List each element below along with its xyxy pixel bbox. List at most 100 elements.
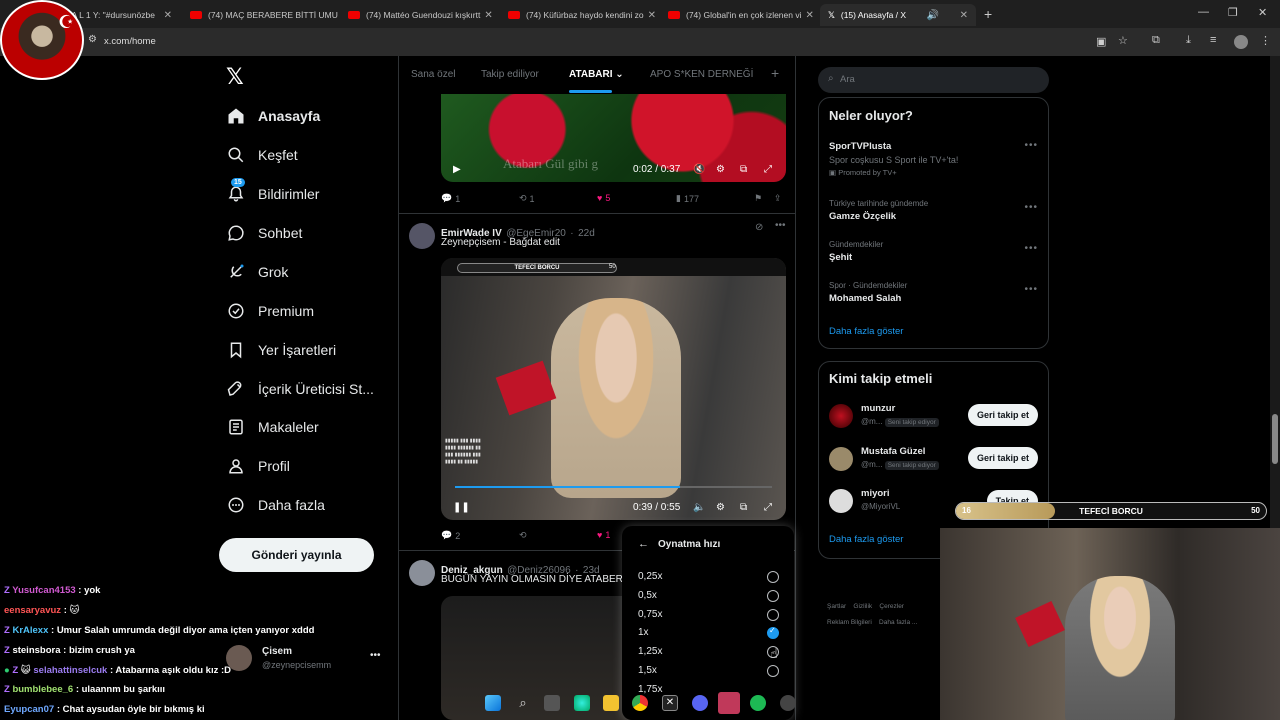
volume-icon[interactable]: 🔈 xyxy=(693,502,705,513)
reply-action[interactable]: 💬 2 xyxy=(441,530,460,541)
close-icon[interactable]: ✕ xyxy=(160,10,172,21)
add-tab-icon[interactable]: + xyxy=(771,65,779,81)
fullscreen-icon[interactable]: ⤢ xyxy=(764,502,772,513)
close-icon[interactable]: ✕ xyxy=(644,10,656,21)
author-avatar[interactable] xyxy=(409,560,435,586)
task-view-icon[interactable] xyxy=(544,695,560,711)
chrome-icon[interactable] xyxy=(632,695,648,711)
browser-tab[interactable]: (74) Küfürbaz haydo kendini zo ✕ xyxy=(500,4,658,26)
trend-item[interactable]: Gündemdekiler Şehit xyxy=(829,240,883,263)
url-text[interactable]: x.com/home xyxy=(104,36,156,47)
show-more-link[interactable]: Daha fazla göster xyxy=(829,534,903,545)
like-action[interactable]: ♥ 5 xyxy=(597,193,610,203)
more-icon[interactable]: ••• xyxy=(775,220,786,231)
footer-link[interactable]: Daha fazla ... xyxy=(879,619,917,626)
share-icon[interactable]: ⇪ xyxy=(774,193,782,204)
speed-radio-selected[interactable]: ✓ xyxy=(767,626,779,639)
app-icon[interactable] xyxy=(718,692,740,714)
video-progress-track[interactable] xyxy=(455,486,772,488)
settings-icon[interactable]: ⚙ xyxy=(716,164,725,175)
close-icon[interactable]: ✕ xyxy=(802,10,814,21)
nav-notifications[interactable]: 15 Bildirimler xyxy=(226,178,319,209)
speed-option[interactable]: 0,5x xyxy=(638,590,657,601)
speed-option[interactable]: 0,25x xyxy=(638,571,662,582)
profile-avatar[interactable] xyxy=(1234,35,1248,49)
nav-explore[interactable]: Keşfet xyxy=(226,140,298,170)
x-logo-icon[interactable]: 𝕏 xyxy=(226,64,244,90)
search-box[interactable]: ⌕ Ara xyxy=(818,67,1049,93)
browser-tab[interactable]: (74) MAÇ BERABERE BİTTİ UMU✕ xyxy=(182,4,338,26)
fullscreen-icon[interactable]: ⤢ xyxy=(764,164,772,175)
file-explorer-icon[interactable] xyxy=(603,695,619,711)
edge-icon[interactable] xyxy=(574,695,590,711)
windows-start-icon[interactable] xyxy=(485,695,501,711)
bookmark-icon[interactable]: ⚑ xyxy=(754,193,762,204)
nav-chat[interactable]: Sohbet xyxy=(226,218,302,248)
trend-item[interactable]: Spor · Gündemdekiler Mohamed Salah xyxy=(829,281,907,304)
show-more-link[interactable]: Daha fazla göster xyxy=(829,326,903,337)
media-icon[interactable]: ≡ xyxy=(1210,34,1216,46)
obs-icon[interactable] xyxy=(780,695,796,711)
speed-radio[interactable] xyxy=(767,571,779,583)
nav-grok[interactable]: Grok xyxy=(226,257,288,287)
follow-back-button[interactable]: Geri takip et xyxy=(967,404,1038,426)
nav-profile[interactable]: Profil xyxy=(226,451,290,481)
footer-link[interactable]: Reklam Bilgileri xyxy=(827,619,872,626)
footer-link[interactable]: Şartlar xyxy=(827,603,846,610)
back-arrow-icon[interactable]: ← xyxy=(638,538,649,550)
more-icon[interactable]: ••• xyxy=(1024,284,1038,295)
trend-item[interactable]: Türkiye tarihinde gündemde Gamze Özçelik xyxy=(829,199,928,222)
spotify-icon[interactable] xyxy=(750,695,766,711)
footer-link[interactable]: Çerezler xyxy=(879,603,904,610)
footer-link[interactable]: Gizlilik xyxy=(853,603,872,610)
user-avatar[interactable] xyxy=(829,404,853,428)
pip-icon[interactable]: ⧉ xyxy=(740,164,747,175)
speed-option[interactable]: 1,75x xyxy=(638,684,662,695)
scrollbar-thumb[interactable] xyxy=(1272,414,1278,464)
close-window-icon[interactable]: ✕ xyxy=(1258,6,1267,19)
nav-bookmarks[interactable]: Yer İşaretleri xyxy=(226,335,336,365)
speed-radio[interactable] xyxy=(767,590,779,602)
tab-for-you[interactable]: Sana özel xyxy=(411,69,455,80)
speed-radio[interactable] xyxy=(767,609,779,621)
site-info-icon[interactable]: ⚙ xyxy=(88,34,97,45)
download-icon[interactable]: ⤓ xyxy=(1186,34,1191,47)
settings-icon[interactable]: ⚙ xyxy=(716,502,725,513)
more-icon[interactable]: ••• xyxy=(1024,243,1038,254)
discord-icon[interactable] xyxy=(692,695,708,711)
x-app-icon[interactable]: ✕ xyxy=(662,695,678,711)
user-avatar[interactable] xyxy=(829,489,853,513)
more-icon[interactable]: ••• xyxy=(1024,202,1038,213)
star-icon[interactable]: ☆ xyxy=(1118,34,1128,47)
author-avatar[interactable] xyxy=(409,223,435,249)
menu-icon[interactable]: ⋮ xyxy=(1260,34,1271,47)
browser-tab[interactable]: (74) Mattéo Guendouzi kışkırtt ✕ xyxy=(340,4,498,26)
tweet-video-roses[interactable]: Atabarı Gül gibi g ▶ 0:02 / 0:37 🔇 ⚙ ⧉ ⤢ xyxy=(441,94,786,182)
like-action[interactable]: ♥ 1 xyxy=(597,530,610,540)
speed-option[interactable]: 1,5x xyxy=(638,665,657,676)
tweet-video-stream[interactable]: TEFECİ BORCU 50 ▮▮▮▮▮ ▮▮▮ ▮▮▮▮ ▮▮▮▮ ▮▮▮▮▮… xyxy=(441,258,786,520)
search-icon[interactable]: ⌕ xyxy=(515,695,531,711)
speed-option[interactable]: 1,25x xyxy=(638,646,662,657)
browser-tab-active[interactable]: 𝕏 (15) Anasayfa / X 🔊 ✕ xyxy=(820,4,976,26)
tweet-time[interactable]: 22d xyxy=(578,228,595,239)
repost-action[interactable]: ⟲ 1 xyxy=(519,193,535,204)
maximize-icon[interactable]: ❐ xyxy=(1228,6,1238,19)
grok-icon[interactable]: ⊘ xyxy=(755,222,763,233)
minimize-icon[interactable]: — xyxy=(1198,6,1209,18)
views-action[interactable]: ▮ 177 xyxy=(676,193,699,204)
repost-icon[interactable]: ⟲ xyxy=(519,530,527,541)
user-name[interactable]: Mustafa Güzel xyxy=(861,446,925,457)
extensions-icon[interactable]: ⧉ xyxy=(1152,34,1160,47)
mute-icon[interactable]: 🔇 xyxy=(693,164,705,175)
nav-creator-studio[interactable]: İçerik Üreticisi St... xyxy=(226,374,374,404)
user-name[interactable]: miyori xyxy=(861,488,890,499)
pause-icon[interactable]: ❚❚ xyxy=(453,502,470,513)
speed-option[interactable]: 1x xyxy=(638,627,649,638)
play-icon[interactable]: ▶ xyxy=(453,164,461,175)
reply-action[interactable]: 💬 1 xyxy=(441,193,460,204)
close-icon[interactable]: ✕ xyxy=(480,10,492,21)
nav-articles[interactable]: Makaleler xyxy=(226,412,319,442)
nav-premium[interactable]: Premium xyxy=(226,296,314,326)
tab-atabari[interactable]: ATABARI ⌄ xyxy=(569,69,624,93)
